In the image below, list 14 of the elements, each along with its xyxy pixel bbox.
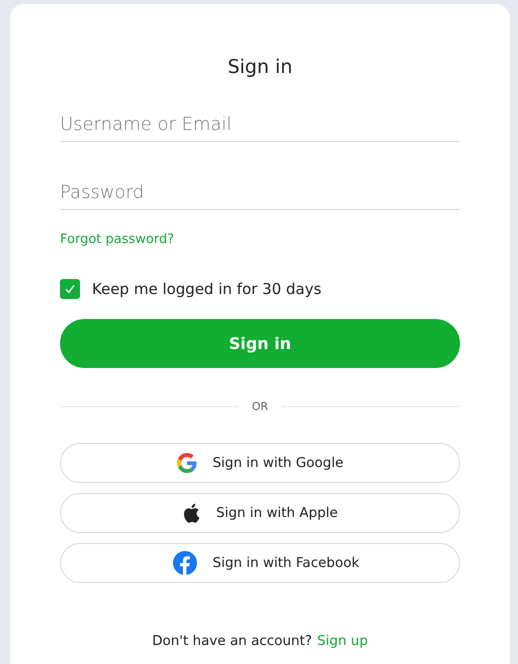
google-icon (176, 453, 197, 473)
check-icon (64, 283, 76, 295)
apple-sign-in-button[interactable]: Sign in with Apple (60, 493, 460, 533)
checkbox[interactable] (60, 279, 80, 299)
input-field[interactable]: Password (60, 178, 460, 210)
facebook-sign-in-button[interactable]: Sign in with Facebook (60, 543, 460, 583)
input-field[interactable]: Username or Email (60, 110, 460, 142)
apple-icon (182, 503, 200, 523)
footer-text: Don't have an account? (152, 633, 312, 649)
page-title: Sign in (226, 56, 294, 78)
google-sign-in-button[interactable]: Sign in with Google (60, 443, 460, 483)
divider-label: OR (252, 400, 268, 413)
facebook-icon (172, 551, 197, 575)
checkbox-label: Keep me logged in for 30 days (92, 280, 322, 298)
